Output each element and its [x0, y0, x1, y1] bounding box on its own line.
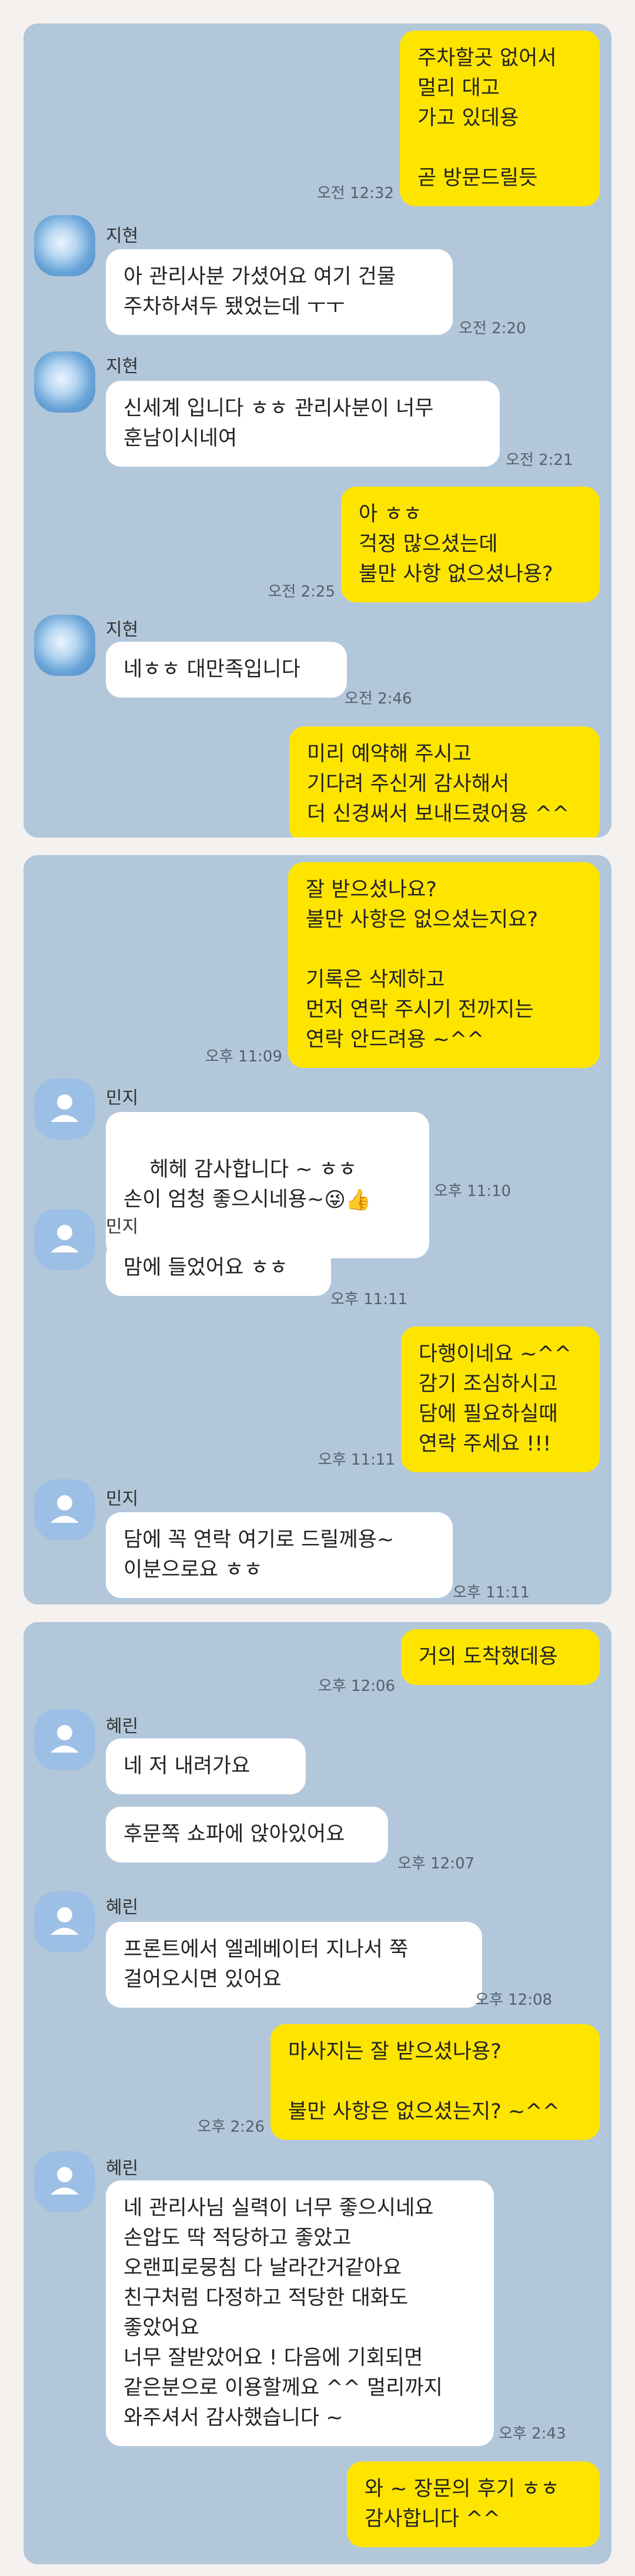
- my-message-bubble[interactable]: 와 ~ 장문의 후기 ㅎㅎ 감사합니다 ^^: [347, 2461, 600, 2547]
- default-person-icon: [51, 2167, 79, 2195]
- default-person-icon: [51, 1725, 79, 1753]
- message-time: 오후 12:08: [475, 1991, 553, 2009]
- default-person-icon: [51, 1907, 79, 1935]
- their-message-bubble[interactable]: 신세계 입니다 ㅎㅎ 관리사분이 너무 훈남이시네여: [106, 381, 500, 467]
- my-message-bubble[interactable]: 다행이네요 ~^^ 감기 조심하시고 담에 필요하실때 연락 주세요 !!!: [401, 1326, 600, 1472]
- their-message-bubble[interactable]: 헤헤 감사합니다 ~ ㅎㅎ 손이 엄청 좋으시네용~😜👍: [106, 1112, 429, 1258]
- avatar[interactable]: [34, 1479, 95, 1540]
- default-person-icon: [51, 1225, 79, 1252]
- avatar[interactable]: [34, 2151, 95, 2212]
- sender-name: 민지: [106, 1088, 139, 1108]
- their-message-bubble[interactable]: 담에 꼭 연락 여기로 드릴께용~ 이분으로요 ㅎㅎ: [106, 1512, 453, 1598]
- avatar[interactable]: [34, 1209, 95, 1270]
- message-time: 오후 2:43: [499, 2425, 566, 2443]
- sender-name: 지현: [106, 226, 139, 246]
- message-time: 오후 12:06: [317, 1677, 395, 1695]
- sender-name: 혜린: [106, 1716, 139, 1737]
- avatar[interactable]: [34, 615, 95, 676]
- message-time: 오전 2:25: [268, 583, 336, 601]
- their-message-bubble[interactable]: 네ㅎㅎ 대만족입니다: [106, 642, 347, 698]
- chat-section-3: 거의 도착했데용 오후 12:06 혜린 네 저 내려가요 후문쪽 쇼파에 앉아…: [24, 1622, 611, 2564]
- their-message-bubble[interactable]: 아 관리사분 가셨어요 여기 건물 주차하셔두 됐었는데 ㅜㅜ: [106, 249, 453, 335]
- avatar[interactable]: [34, 215, 95, 276]
- default-person-icon: [51, 1094, 79, 1122]
- message-time: 오후 12:07: [397, 1855, 475, 1872]
- sender-name: 혜린: [106, 1897, 139, 1918]
- my-message-bubble[interactable]: 마사지는 잘 받으셨나용? 불만 사항은 없으셨는지? ~^^: [270, 2024, 600, 2140]
- message-time: 오전 2:46: [345, 690, 412, 708]
- sender-name: 민지: [106, 1489, 139, 1509]
- my-message-bubble[interactable]: 잘 받으셨나요? 불만 사항은 없으셨는지요? 기록은 삭제하고 먼저 연락 주…: [288, 862, 600, 1068]
- their-message-bubble[interactable]: 프론트에서 엘레베이터 지나서 쭉 걸어오시면 있어요: [106, 1922, 482, 2008]
- their-message-bubble[interactable]: 후문쪽 쇼파에 앉아있어요: [106, 1807, 388, 1863]
- message-time: 오전 2:20: [459, 320, 526, 337]
- avatar[interactable]: [34, 351, 95, 413]
- message-time: 오후 11:10: [434, 1183, 512, 1200]
- avatar[interactable]: [34, 1891, 95, 1952]
- sender-name: 민지: [106, 1217, 139, 1237]
- message-time: 오후 2:26: [197, 2118, 265, 2136]
- sender-name: 지현: [106, 356, 139, 377]
- message-time: 오전 12:32: [316, 185, 394, 202]
- my-message-bubble[interactable]: 아 ㅎㅎ 걱정 많으셨는데 불만 사항 없으셨나용?: [341, 487, 600, 602]
- message-time: 오후 11:11: [330, 1291, 408, 1308]
- their-message-bubble[interactable]: 네 저 내려가요: [106, 1738, 306, 1794]
- their-message-bubble[interactable]: 네 관리사님 실력이 너무 좋으시네요 손압도 딱 적당하고 좋았고 오랜피로뭉…: [106, 2180, 494, 2446]
- sender-name: 지현: [106, 619, 139, 640]
- message-time: 오후 11:11: [453, 1584, 530, 1602]
- my-message-bubble[interactable]: 주차할곳 없어서 멀리 대고 가고 있데용 곧 방문드릴듯: [400, 31, 600, 206]
- default-person-icon: [51, 1495, 79, 1523]
- avatar[interactable]: [34, 1709, 95, 1770]
- message-time: 오전 2:21: [506, 451, 573, 469]
- my-message-bubble[interactable]: 거의 도착했데용: [401, 1629, 600, 1685]
- chat-section-1: 주차할곳 없어서 멀리 대고 가고 있데용 곧 방문드릴듯 오전 12:32 지…: [24, 24, 611, 838]
- sender-name: 혜린: [106, 2158, 139, 2179]
- message-time: 오후 11:09: [205, 1048, 282, 1066]
- avatar[interactable]: [34, 1078, 95, 1140]
- my-message-bubble[interactable]: 미리 예약해 주시고 기다려 주신게 감사해서 더 신경써서 보내드렸어용 ^^: [289, 726, 600, 838]
- emoji-wink-thumbs-up-icon: 😜👍: [324, 1188, 372, 1212]
- their-message-bubble[interactable]: 맘에 들었어요 ㅎㅎ: [106, 1240, 331, 1296]
- message-time: 오후 11:11: [317, 1451, 395, 1469]
- message-text: 헤헤 감사합니다 ~ ㅎㅎ 손이 엄청 좋으시네용~: [123, 1158, 357, 1211]
- chat-section-2: 잘 받으셨나요? 불만 사항은 없으셨는지요? 기록은 삭제하고 먼저 연락 주…: [24, 855, 611, 1604]
